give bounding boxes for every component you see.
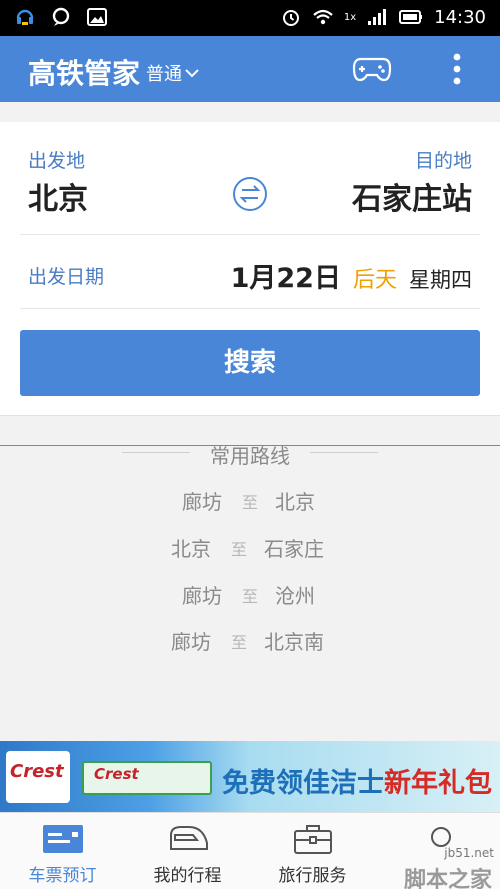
route-from: 廊坊 — [171, 630, 211, 654]
mode-label: 普通 — [146, 64, 182, 85]
route-to: 北京南 — [264, 630, 324, 654]
date-weekday: 星期四 — [409, 268, 472, 292]
ad-slogan-main: 免费领佳洁士 — [222, 768, 384, 799]
network-label: 1x — [343, 11, 357, 23]
route-to: 石家庄 — [264, 537, 324, 561]
nav-label: 旅行服务 — [278, 866, 347, 886]
route-to: 沧州 — [275, 584, 315, 608]
nav-label: 我的行程 — [153, 866, 222, 886]
route-from: 北京 — [171, 537, 211, 561]
from-city[interactable]: 北京 — [28, 174, 88, 218]
route-to: 北京 — [275, 490, 315, 514]
swap-icon[interactable] — [232, 176, 268, 212]
app-bar: 高铁管家 普通 — [0, 36, 500, 102]
mode-selector[interactable]: 普通 — [146, 60, 200, 86]
message-icon — [52, 7, 70, 26]
gamepad-icon[interactable] — [352, 54, 392, 84]
date-value: 1月22日 — [230, 263, 341, 294]
signal-icon — [368, 9, 387, 25]
briefcase-icon — [294, 825, 332, 854]
divider — [20, 308, 480, 309]
to-label: 目的地 — [414, 150, 472, 172]
chevron-down-icon — [185, 69, 199, 78]
route-separator: 至 — [231, 633, 248, 652]
more-vert-icon[interactable] — [452, 52, 462, 86]
clock: 14:30 — [434, 6, 486, 28]
route-from: 廊坊 — [182, 584, 222, 608]
watermark-name: 脚本之家 — [403, 868, 492, 889]
battery-icon — [399, 10, 423, 24]
nav-label: 车票预订 — [28, 866, 97, 886]
search-card: 出发地 目的地 北京 石家庄站 出发日期 1月22日 后天 星期四 搜索 — [0, 122, 500, 416]
from-label: 出发地 — [28, 150, 86, 172]
product-name: Crest — [94, 765, 139, 783]
common-routes-title: 常用路线 — [0, 440, 500, 469]
status-bar: 1x 14:30 — [0, 0, 500, 36]
date-picker[interactable]: 1月22日 后天 星期四 — [231, 256, 472, 295]
alarm-icon — [282, 10, 299, 26]
nav-ticket-booking[interactable]: 车票预订 — [0, 813, 125, 889]
ad-slogan: 免费领佳洁士新年礼包 — [222, 761, 492, 800]
route-from: 廊坊 — [182, 490, 222, 514]
ticket-icon — [43, 825, 83, 853]
date-label: 出发日期 — [28, 266, 105, 288]
brand-name: Crest — [10, 761, 64, 782]
ad-slogan-highlight: 新年礼包 — [384, 768, 492, 799]
nav-travel-services[interactable]: 旅行服务 — [250, 813, 375, 889]
date-relative: 后天 — [352, 268, 397, 293]
train-icon — [170, 826, 208, 850]
nav-my-trips[interactable]: 我的行程 — [125, 813, 250, 889]
ad-banner[interactable]: Crest Crest 免费领佳洁士新年礼包 — [0, 741, 500, 812]
wifi-icon — [313, 9, 333, 25]
route-separator: 至 — [231, 540, 248, 559]
common-routes-label: 常用路线 — [210, 444, 290, 468]
app-title: 高铁管家 — [28, 57, 141, 90]
title-rule — [122, 452, 190, 453]
watermark-site: jb51.net — [444, 846, 494, 860]
headset-icon — [16, 9, 34, 25]
route-separator: 至 — [242, 587, 259, 606]
divider — [20, 234, 480, 235]
image-icon — [87, 8, 107, 26]
to-city[interactable]: 石家庄站 — [352, 174, 472, 218]
route-separator: 至 — [242, 493, 259, 512]
search-button[interactable]: 搜索 — [20, 330, 480, 396]
title-rule — [310, 452, 378, 453]
